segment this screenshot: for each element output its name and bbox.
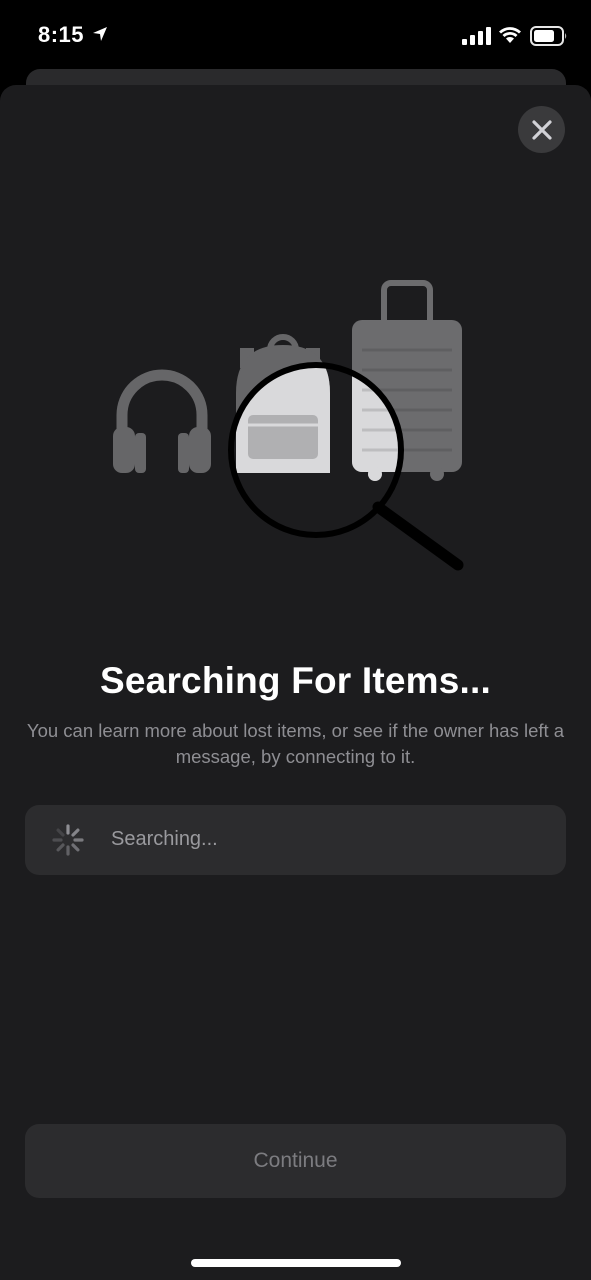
cellular-signal-icon — [462, 27, 491, 45]
status-bar: 8:15 — [0, 0, 591, 70]
close-button[interactable] — [518, 106, 565, 153]
lost-items-illustration — [113, 280, 464, 571]
battery-icon — [530, 26, 567, 46]
searching-status-row: Searching... — [25, 805, 566, 875]
screen: 8:15 Searching For Items... You can lear… — [0, 0, 591, 1280]
home-indicator[interactable] — [191, 1259, 401, 1267]
page-subtitle: You can learn more about lost items, or … — [26, 720, 565, 767]
location-arrow-icon — [93, 27, 107, 41]
close-icon — [531, 119, 552, 140]
status-time: 8:15 — [38, 22, 85, 47]
continue-button[interactable]: Continue — [25, 1124, 566, 1198]
page-title: Searching For Items... — [100, 660, 491, 701]
headphones-icon — [113, 369, 211, 473]
wifi-icon — [499, 27, 521, 43]
activity-spinner-icon — [52, 824, 84, 856]
searching-label: Searching... — [111, 828, 218, 850]
